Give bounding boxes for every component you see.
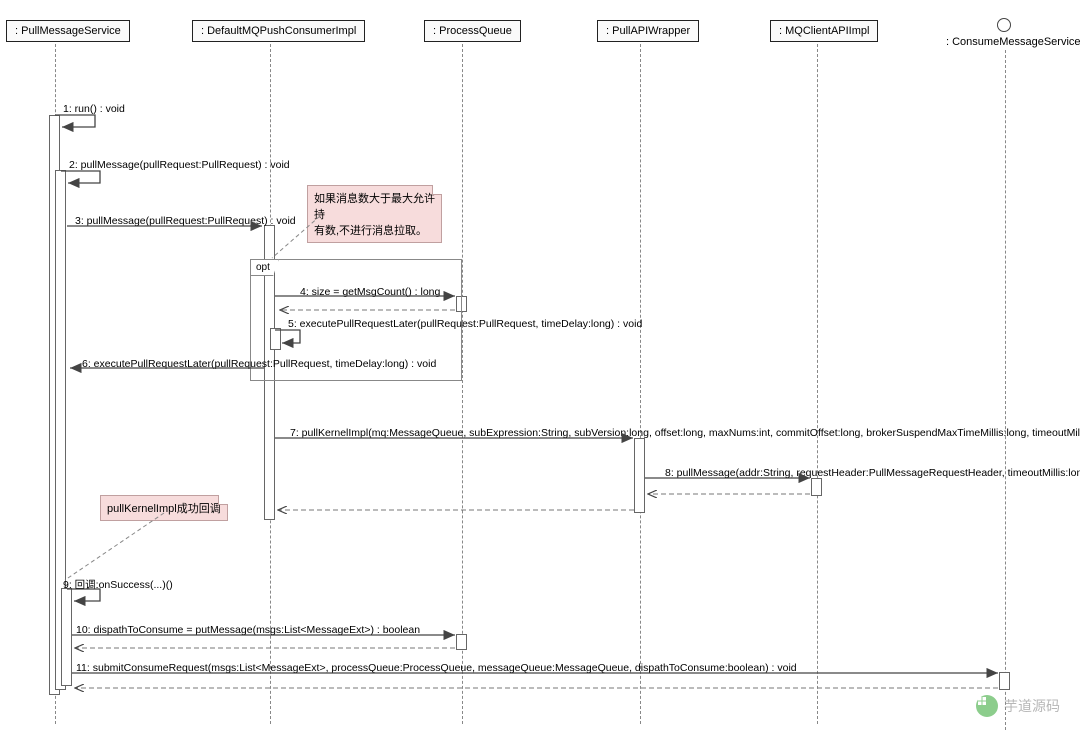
watermark-text: 芋道源码 — [1004, 696, 1060, 716]
watermark: 芋道源码 — [976, 695, 1060, 717]
watermark-icon — [976, 695, 998, 717]
arrows-layer — [0, 0, 1080, 737]
